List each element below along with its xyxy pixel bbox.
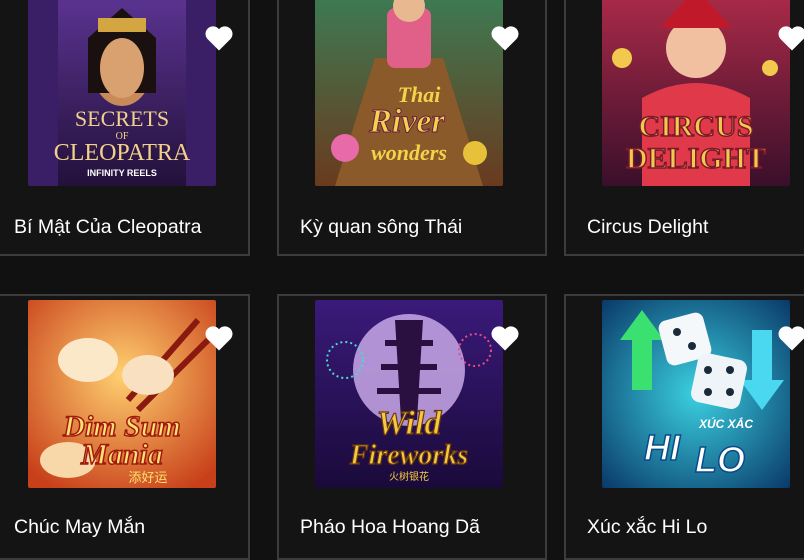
art-text: Mania [80, 438, 163, 471]
art-text: DELIGHT [626, 142, 766, 175]
game-card[interactable]: XÚC XẮC HI LO Xúc xắc Hi Lo [564, 294, 804, 560]
art-text: Wild [377, 405, 443, 442]
art-subtext: 添好运 [128, 471, 167, 486]
game-card[interactable]: Wild Fireworks 火树银花 Pháo Hoa Hoang Dã [277, 294, 547, 560]
game-thumbnail[interactable]: Thai River wonders [315, 0, 503, 186]
art-text: SECRETS [75, 106, 169, 131]
art-text: Fireworks [349, 440, 468, 471]
game-thumbnail[interactable]: SECRETS OF CLEOPATRA INFINITY REELS [28, 0, 216, 186]
game-thumbnail[interactable]: Wild Fireworks 火树银花 [315, 300, 503, 488]
art-subtext: INFINITY REELS [87, 168, 157, 178]
game-thumbnail[interactable]: Dim Sum Mania 添好运 [28, 300, 216, 488]
game-card[interactable]: Dim Sum Mania 添好运 Chúc May Mắn [0, 294, 250, 560]
art-text: wonders [371, 140, 447, 165]
favorite-heart-icon[interactable] [204, 324, 234, 352]
game-title[interactable]: Xúc xắc Hi Lo [587, 516, 707, 539]
game-title[interactable]: Kỳ quan sông Thái [300, 216, 462, 239]
art-text: CLEOPATRA [54, 140, 191, 166]
game-thumbnail[interactable]: XÚC XẮC HI LO [602, 300, 790, 488]
favorite-heart-icon[interactable] [490, 324, 520, 352]
art-text: CIRCUS [638, 110, 753, 143]
art-subtext: XÚC XẮC [698, 416, 753, 431]
favorite-heart-icon[interactable] [204, 24, 234, 52]
favorite-heart-icon[interactable] [777, 324, 804, 352]
favorite-heart-icon[interactable] [777, 24, 804, 52]
art-text: LO [695, 439, 745, 480]
art-text: River [368, 103, 445, 140]
art-text: HI [644, 427, 681, 468]
game-title[interactable]: Pháo Hoa Hoang Dã [300, 516, 480, 539]
favorite-heart-icon[interactable] [490, 24, 520, 52]
game-card[interactable]: CIRCUS DELIGHT Circus Delight [564, 0, 804, 256]
game-title[interactable]: Chúc May Mắn [14, 516, 145, 539]
game-title[interactable]: Circus Delight [587, 216, 708, 239]
art-subtext: 火树银花 [389, 470, 429, 483]
game-title[interactable]: Bí Mật Của Cleopatra [14, 216, 202, 239]
game-card[interactable]: SECRETS OF CLEOPATRA INFINITY REELS Bí M… [0, 0, 250, 256]
game-thumbnail[interactable]: CIRCUS DELIGHT [602, 0, 790, 186]
game-card[interactable]: Thai River wonders Kỳ quan sông Thái [277, 0, 547, 256]
